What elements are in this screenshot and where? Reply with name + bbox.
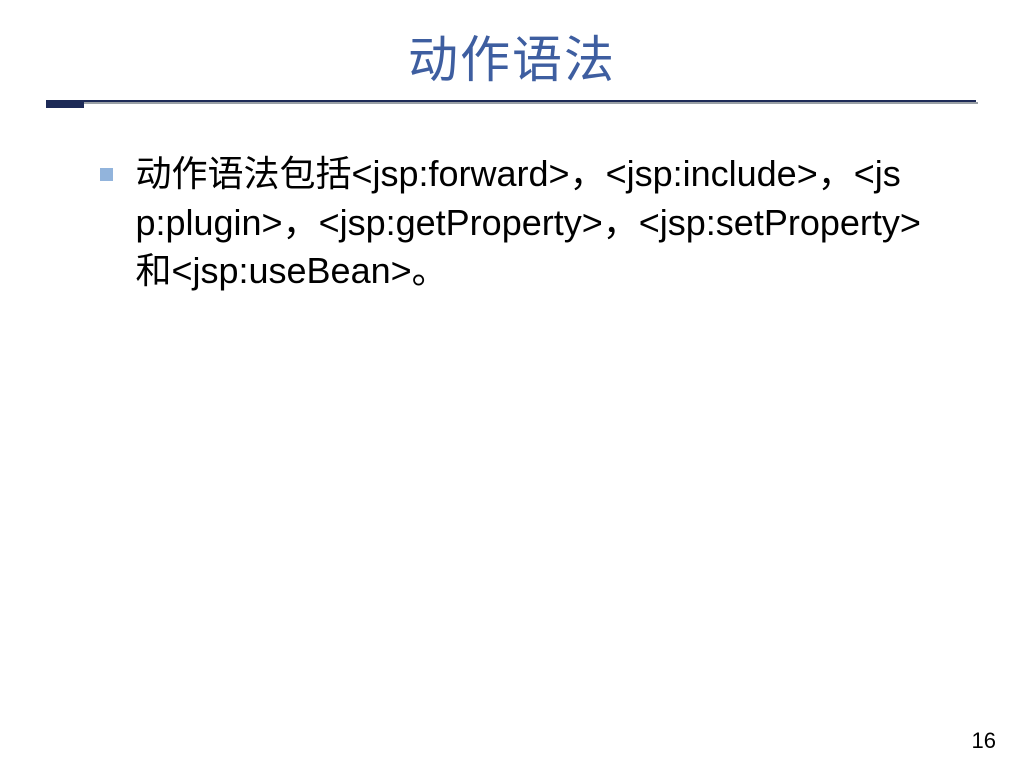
- bullet-item: 动作语法包括<jsp:forward>，<jsp:include>，<jsp:p…: [100, 150, 940, 296]
- square-bullet-icon: [100, 168, 113, 181]
- bullet-text: 动作语法包括<jsp:forward>，<jsp:include>，<jsp:p…: [135, 150, 925, 296]
- underline-shadow: [48, 102, 978, 104]
- slide-body: 动作语法包括<jsp:forward>，<jsp:include>，<jsp:p…: [100, 150, 940, 296]
- slide-title: 动作语法: [0, 20, 1024, 92]
- underline-accent: [46, 100, 84, 108]
- page-number: 16: [972, 728, 996, 754]
- title-underline: [46, 100, 976, 106]
- underline-line: [46, 100, 976, 102]
- slide: 动作语法 动作语法包括<jsp:forward>，<jsp:include>，<…: [0, 0, 1024, 768]
